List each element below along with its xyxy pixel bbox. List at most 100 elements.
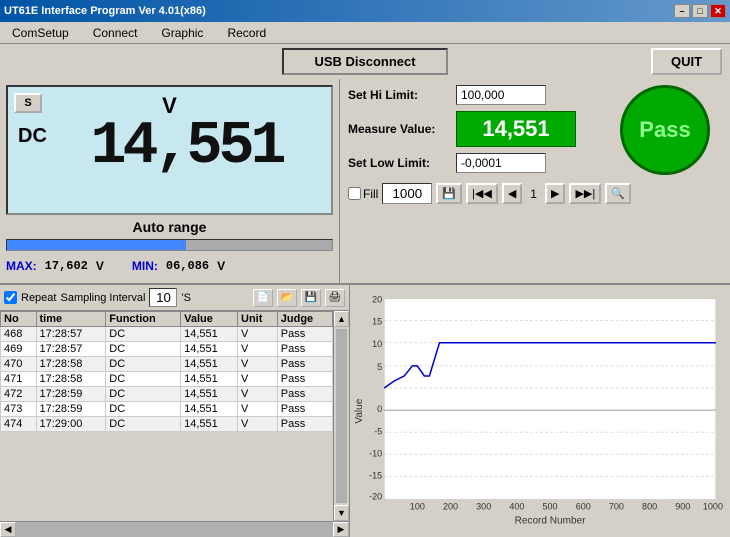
svg-text:-15: -15 [369,471,382,481]
chart-svg: Value 20 15 10 5 0 [354,289,726,533]
max-value: 17,602 [45,259,88,273]
menu-graphic[interactable]: Graphic [153,24,211,42]
controls-bar: Fill 💾 |◀◀ ◀ 1 ▶ ▶▶| 🔍 [348,179,722,208]
col-time: time [36,312,106,327]
pass-label: Pass [639,117,690,143]
window-controls: – □ ✕ [674,4,726,18]
max-unit: V [96,259,104,273]
scroll-up-button[interactable]: ▲ [334,311,349,327]
svg-text:1000: 1000 [703,502,723,512]
quit-button[interactable]: QUIT [651,48,722,75]
svg-text:400: 400 [509,502,524,512]
page-number: 1 [526,187,541,201]
data-table: No time Function Value Unit Judge 46817:… [0,311,333,432]
svg-text:20: 20 [372,295,382,305]
min-label: MIN: [132,259,158,273]
save-button[interactable]: 💾 [436,183,462,204]
chart-area: Value 20 15 10 5 0 [350,285,730,537]
sampling-unit: 'S [181,292,190,304]
svg-text:600: 600 [576,502,591,512]
svg-text:300: 300 [476,502,491,512]
table-row[interactable]: 47317:28:59DC14,551VPass [1,402,333,417]
meter-display: S V DC 14,551 [6,85,333,215]
svg-text:10: 10 [372,339,382,349]
print-icon[interactable]: 🖨 [325,289,345,307]
low-limit-input[interactable] [456,153,546,173]
minimize-button[interactable]: – [674,4,690,18]
sampling-interval-label: Sampling Interval [60,292,145,304]
meter-panel: S V DC 14,551 Auto range MAX: 17,602 V M… [0,79,340,283]
menu-comsetup[interactable]: ComSetup [4,24,77,42]
col-unit: Unit [238,312,278,327]
sampling-input[interactable] [149,288,177,307]
measure-value: 14,551 [456,111,576,147]
table-container: No time Function Value Unit Judge 46817:… [0,311,333,521]
table-row[interactable]: 47017:28:58DC14,551VPass [1,357,333,372]
table-row[interactable]: 46817:28:57DC14,551VPass [1,327,333,342]
scroll-thumb[interactable] [336,329,347,503]
right-panel: Set Hi Limit: Measure Value: 14,551 Set … [340,79,730,283]
table-row[interactable]: 47117:28:58DC14,551VPass [1,372,333,387]
svg-text:-20: -20 [369,492,382,502]
table-scroll: No time Function Value Unit Judge 46817:… [0,311,349,521]
title-bar: UT61E Interface Program Ver 4.01(x86) – … [0,0,730,22]
table-row[interactable]: 47417:29:00DC14,551VPass [1,417,333,432]
col-judge: Judge [277,312,332,327]
main-area: USB Disconnect QUIT S V DC 14,551 Auto r… [0,44,730,535]
record-num-input[interactable] [382,183,432,204]
hi-limit-input[interactable] [456,85,546,105]
menu-record[interactable]: Record [219,24,274,42]
nav-prev-button[interactable]: ◀ [502,183,522,204]
table-row[interactable]: 47217:28:59DC14,551VPass [1,387,333,402]
menu-connect[interactable]: Connect [85,24,146,42]
svg-text:Record Number: Record Number [515,516,587,527]
svg-text:-5: -5 [374,426,382,436]
meter-value: 14,551 [48,117,325,177]
zoom-button[interactable]: 🔍 [605,183,631,204]
bottom-section: Repeat Sampling Interval 'S 📄 📂 💾 🖨 No [0,284,730,537]
svg-text:5: 5 [377,362,382,372]
progress-fill [7,240,186,250]
col-value: Value [181,312,238,327]
app-title: UT61E Interface Program Ver 4.01(x86) [4,5,206,17]
vertical-scrollbar[interactable]: ▲ ▼ [333,311,349,521]
menu-bar: ComSetup Connect Graphic Record [0,22,730,44]
save-icon[interactable]: 💾 [301,289,321,307]
table-row[interactable]: 46917:28:57DC14,551VPass [1,342,333,357]
open-icon[interactable]: 📂 [277,289,297,307]
y-axis-label: Value [354,398,365,423]
nav-next-button[interactable]: ▶ [545,183,565,204]
svg-text:-10: -10 [369,448,382,458]
nav-last-button[interactable]: ▶▶| [569,183,601,204]
col-function: Function [106,312,181,327]
s-button[interactable]: S [14,93,42,113]
fill-label: Fill [363,187,378,201]
nav-first-button[interactable]: |◀◀ [466,183,498,204]
min-value: 06,086 [166,259,209,273]
progress-bar [6,239,333,251]
repeat-checkbox[interactable] [4,291,17,304]
scroll-down-button[interactable]: ▼ [334,505,349,521]
right-content: Set Hi Limit: Measure Value: 14,551 Set … [348,85,722,173]
meter-function: DC [18,125,47,148]
col-no: No [1,312,37,327]
usb-status: USB Disconnect [282,48,447,75]
fill-checkbox[interactable] [348,187,361,200]
measure-label: Measure Value: [348,122,448,136]
maxmin-row: MAX: 17,602 V MIN: 06,086 V [6,255,333,277]
max-label: MAX: [6,259,37,273]
min-unit: V [217,259,225,273]
svg-text:700: 700 [609,502,624,512]
close-button[interactable]: ✕ [710,4,726,18]
maximize-button[interactable]: □ [692,4,708,18]
svg-text:0: 0 [377,404,382,414]
svg-text:15: 15 [372,317,382,327]
fill-checkbox-area: Fill [348,187,378,201]
new-icon[interactable]: 📄 [253,289,273,307]
usb-bar: USB Disconnect QUIT [0,44,730,79]
sampling-row: Repeat Sampling Interval 'S 📄 📂 💾 🖨 [0,285,349,311]
low-limit-label: Set Low Limit: [348,156,448,170]
svg-text:100: 100 [410,502,425,512]
pass-indicator: Pass [620,85,710,175]
svg-text:800: 800 [642,502,657,512]
